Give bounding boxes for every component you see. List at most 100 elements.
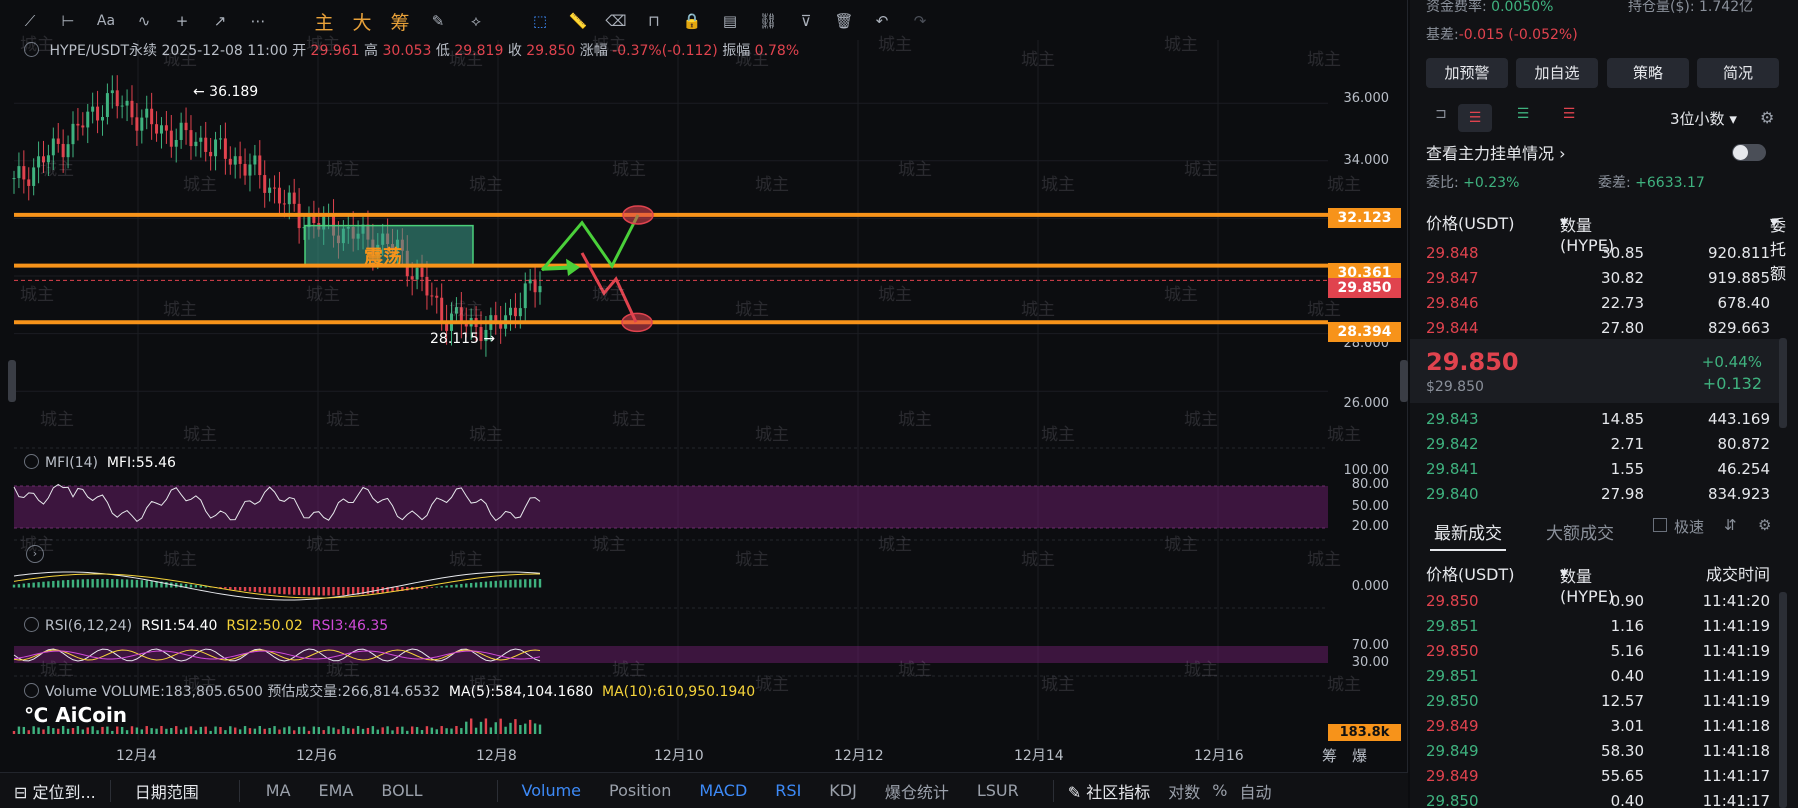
trade-row[interactable]: 29.849 3.01 11:41:18 xyxy=(1426,715,1770,739)
indicator-ema[interactable]: EMA xyxy=(305,781,368,800)
macd-bar xyxy=(189,584,193,588)
trade-row[interactable]: 29.849 58.30 11:41:18 xyxy=(1426,740,1770,764)
trade-row[interactable]: 29.850 5.16 11:41:19 xyxy=(1426,640,1770,664)
measure-icon[interactable]: ⟡ xyxy=(460,6,492,36)
indicator-kdj[interactable]: KDJ xyxy=(815,781,871,800)
locate-button[interactable]: ⊟ 定位到... xyxy=(0,779,110,803)
collapse-icon[interactable] xyxy=(24,617,39,632)
tab-large-trades[interactable]: 大额成交 xyxy=(1546,519,1614,544)
edit-icon[interactable]: ✎ xyxy=(422,6,454,36)
trade-row[interactable]: 29.850 0.40 11:41:17 xyxy=(1426,790,1770,808)
redo-icon[interactable]: ↷ xyxy=(904,6,936,36)
eraser-icon[interactable]: ⌫ xyxy=(600,6,632,36)
ask-row[interactable]: 29.847 30.82 919.885 xyxy=(1426,267,1770,291)
bid-row[interactable]: 29.843 14.85 443.169 xyxy=(1426,408,1770,432)
link-icon[interactable]: ⛓ xyxy=(752,6,784,36)
text-icon[interactable]: Aa xyxy=(90,6,122,36)
trade-row[interactable]: 29.849 55.65 11:41:17 xyxy=(1426,765,1770,789)
strategy-button[interactable]: 策略 xyxy=(1607,58,1689,88)
macd-bar xyxy=(479,582,483,588)
main-force-button[interactable]: 主 xyxy=(308,6,340,36)
volume-bar xyxy=(175,726,178,734)
lock-icon[interactable]: 🔒 xyxy=(676,6,708,36)
magnet-icon[interactable]: ⊓ xyxy=(638,6,670,36)
template-icon[interactable]: ▤ xyxy=(714,6,746,36)
orderbook-bids-icon[interactable]: ☰ xyxy=(1506,106,1540,130)
left-collapse-handle[interactable] xyxy=(8,360,16,402)
trade-row[interactable]: 29.851 1.16 11:41:19 xyxy=(1426,615,1770,639)
low-annotation: 28.115 → xyxy=(430,331,496,347)
orderbook-mode-icon[interactable]: ⊐ xyxy=(1424,106,1458,130)
liquidation-toggle[interactable]: 爆 xyxy=(1352,745,1367,766)
depth-toggle[interactable] xyxy=(1732,144,1766,161)
bid-row[interactable]: 29.840 27.98 834.923 xyxy=(1426,483,1770,507)
bid-row[interactable]: 29.841 1.55 46.254 xyxy=(1426,458,1770,482)
add-alert-button[interactable]: 加预警 xyxy=(1426,58,1508,88)
filter-icon[interactable]: ⊽ xyxy=(790,6,822,36)
community-indicators-button[interactable]: ✎ 社区指标 xyxy=(1054,779,1165,803)
orderbook-both-icon[interactable]: ☰ xyxy=(1458,104,1492,132)
bid-ask-diff: 委差: +6633.17 xyxy=(1598,172,1705,192)
trash-icon[interactable]: 🗑 xyxy=(828,6,860,36)
orderbook-scrollbar[interactable] xyxy=(1779,338,1787,428)
date-range-button[interactable]: 日期范围 xyxy=(111,779,239,803)
overview-button[interactable]: 简况 xyxy=(1697,58,1779,88)
volume-bar xyxy=(410,726,414,734)
app-root: ⟋ ⊢ Aa ∿ + ↗ ⋯ 主 大 筹 ✎ ⟡ ⬚ 📏 ⌫ ⊓ 🔒 ▤ ⛓ ⊽… xyxy=(0,0,1798,808)
collapse-icon[interactable] xyxy=(24,683,39,698)
bid-row[interactable]: 29.842 2.71 80.872 xyxy=(1426,433,1770,457)
collapse-icon[interactable] xyxy=(24,42,39,57)
chart-area[interactable]: ⟋ ⊢ Aa ∿ + ↗ ⋯ 主 大 筹 ✎ ⟡ ⬚ 📏 ⌫ ⊓ 🔒 ▤ ⛓ ⊽… xyxy=(0,0,1408,772)
log-scale-toggle[interactable]: 对数 xyxy=(1164,779,1204,803)
indicator-boll[interactable]: BOLL xyxy=(367,781,436,800)
orderbook-asks-icon[interactable]: ☰ xyxy=(1552,106,1586,130)
target-circle-upper xyxy=(622,205,654,225)
depth-link[interactable]: 查看主力挂单情况 › xyxy=(1426,140,1566,164)
percent-scale-toggle[interactable]: % xyxy=(1204,781,1235,800)
indicator-rsi[interactable]: RSI xyxy=(761,781,815,800)
trade-row[interactable]: 29.850 0.90 11:41:20 xyxy=(1426,590,1770,614)
settings-icon[interactable]: ⚙ xyxy=(1760,108,1774,127)
add-watchlist-button[interactable]: 加自选 xyxy=(1516,58,1598,88)
right-collapse-handle[interactable] xyxy=(1400,360,1408,402)
auto-scale-toggle[interactable]: 自动 xyxy=(1235,779,1275,803)
expand-icon[interactable]: › xyxy=(26,545,44,563)
last-change: +0.132 xyxy=(1702,374,1762,393)
indicator-lsur[interactable]: LSUR xyxy=(963,781,1033,800)
indicator-macd[interactable]: MACD xyxy=(685,781,761,800)
candle-body xyxy=(199,137,203,142)
tab-latest-trades[interactable]: 最新成交 xyxy=(1434,519,1502,544)
undo-icon[interactable]: ↶ xyxy=(866,6,898,36)
chips-toggle[interactable]: 筹 xyxy=(1322,745,1337,766)
pen-icon[interactable]: ∿ xyxy=(128,6,160,36)
macd-bar xyxy=(22,583,26,588)
ask-row[interactable]: 29.846 22.73 678.40 xyxy=(1426,292,1770,316)
indicator-liquidation[interactable]: 爆仓统计 xyxy=(871,779,963,803)
big-order-button[interactable]: 大 xyxy=(346,6,378,36)
ask-row[interactable]: 29.848 30.85 920.811 xyxy=(1426,242,1770,266)
candle-body xyxy=(71,123,75,145)
ask-row[interactable]: 29.844 27.80 829.663 xyxy=(1426,317,1770,341)
more-icon[interactable]: ⋯ xyxy=(242,6,274,36)
candle-body xyxy=(115,90,119,107)
settings-icon[interactable]: ⚙ xyxy=(1758,516,1771,534)
decimals-select[interactable]: 3位小数 ▾ xyxy=(1670,108,1737,129)
crosshair-icon[interactable]: + xyxy=(166,6,198,36)
trades-scrollbar[interactable] xyxy=(1779,592,1787,808)
trade-row[interactable]: 29.850 12.57 11:41:19 xyxy=(1426,690,1770,714)
chart-canvas[interactable] xyxy=(0,0,1408,772)
fast-checkbox[interactable] xyxy=(1653,518,1667,532)
indicator-volume[interactable]: Volume xyxy=(498,781,596,800)
indicator-position[interactable]: Position xyxy=(595,781,685,800)
volume-bar xyxy=(293,730,296,734)
chips-button[interactable]: 筹 xyxy=(384,6,416,36)
select-icon[interactable]: ⬚ xyxy=(524,6,556,36)
collapse-icon[interactable] xyxy=(24,454,39,469)
trade-row[interactable]: 29.851 0.40 11:41:19 xyxy=(1426,665,1770,689)
sort-icon[interactable]: ⇵ xyxy=(1724,516,1737,534)
horizontal-line-icon[interactable]: ⊢ xyxy=(52,6,84,36)
trend-line-icon[interactable]: ⟋ xyxy=(14,6,46,36)
indicator-ma[interactable]: MA xyxy=(240,781,305,800)
ruler-icon[interactable]: 📏 xyxy=(562,6,594,36)
ray-icon[interactable]: ↗ xyxy=(204,6,236,36)
